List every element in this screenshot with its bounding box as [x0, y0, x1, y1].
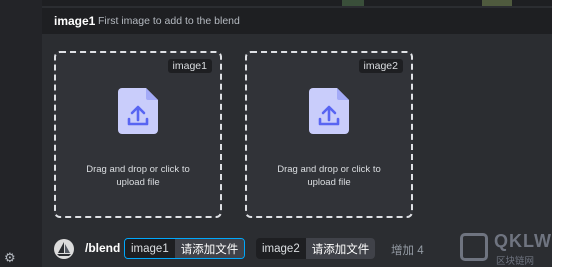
sailboat-avatar: [54, 239, 74, 259]
option-description: First image to add to the blend: [98, 15, 240, 27]
dropzone-tag: image1: [167, 59, 212, 73]
dropzone-instruction: Drag and drop or click to upload file: [56, 163, 220, 189]
blend-panel: image1 First image to add to the blend i…: [42, 0, 552, 267]
upload-file-icon: [309, 88, 349, 134]
upload-dropzone-image2[interactable]: image2 Drag and drop or click to upload …: [245, 51, 413, 218]
dropzone-instruction-line2: upload file: [307, 177, 351, 188]
option-chip-value: 请添加文件: [305, 238, 376, 259]
gear-icon[interactable]: ⚙: [4, 251, 16, 264]
watermark-sub: 区块链网: [496, 256, 535, 267]
option-chip-name: image1: [125, 239, 175, 258]
option-chip-name: image2: [256, 238, 306, 259]
dropzone-instruction-line1: Drag and drop or click to: [86, 164, 190, 175]
watermark: QKLW 区块链网: [460, 231, 565, 267]
option-name: image1: [54, 14, 96, 28]
thumbnail-strip-left: [342, 0, 364, 6]
option-hint-header: image1 First image to add to the blend: [42, 8, 552, 34]
top-strip: [42, 0, 552, 6]
dropzone-instruction: Drag and drop or click to upload file: [247, 163, 411, 189]
option-chip-image2[interactable]: image2 请添加文件: [256, 238, 376, 259]
dropzone-tag: image2: [358, 59, 403, 73]
watermark-logo: [460, 233, 488, 261]
server-sidebar: ⚙: [0, 0, 42, 267]
option-chip-image1[interactable]: image1 请添加文件: [124, 238, 246, 259]
add-more-options[interactable]: 增加 4: [391, 242, 424, 258]
watermark-brand: QKLW: [494, 231, 552, 251]
thumbnail-strip-right: [482, 0, 512, 6]
dropzone-instruction-line1: Drag and drop or click to: [277, 164, 381, 175]
upload-dropzone-image1[interactable]: image1 Drag and drop or click to upload …: [54, 51, 222, 218]
upload-file-icon: [118, 88, 158, 134]
option-chip-value: 请添加文件: [174, 239, 245, 258]
dropzone-instruction-line2: upload file: [116, 177, 160, 188]
command-name: /blend: [85, 241, 121, 255]
